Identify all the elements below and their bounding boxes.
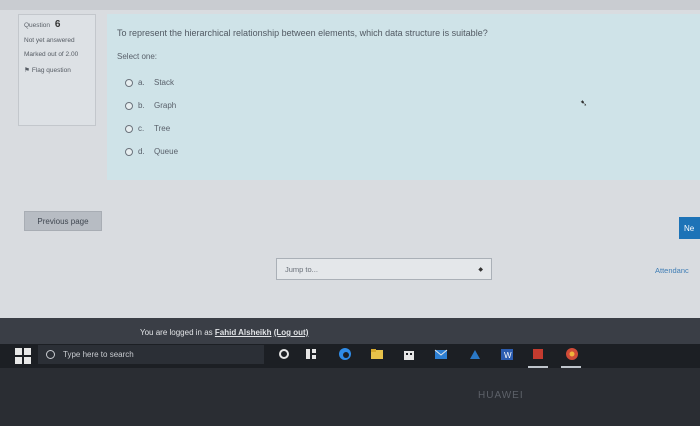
edge-browser-icon[interactable] [338, 347, 352, 361]
answer-letter-d: d. [138, 147, 145, 156]
mouse-cursor-icon: ➷ [580, 98, 588, 108]
task-view-icon[interactable] [304, 347, 318, 361]
file-explorer-icon[interactable] [370, 347, 384, 361]
mail-icon[interactable] [434, 347, 448, 361]
select-one-prompt: Select one: [117, 52, 158, 61]
radio-button-a[interactable] [125, 78, 133, 87]
answer-label-b: Graph [154, 101, 177, 110]
windows-start-icon[interactable] [15, 348, 31, 364]
question-text: To represent the hierarchical relationsh… [117, 28, 488, 38]
active-app-indicator-2 [561, 366, 581, 368]
cortana-icon[interactable] [277, 347, 291, 361]
question-number-row: Question 6 [24, 19, 90, 32]
footer-bar [0, 318, 700, 344]
word-icon[interactable]: W [500, 347, 514, 361]
flag-question-label: Flag question [31, 66, 71, 74]
answer-label-a: Stack [154, 78, 175, 87]
browser-viewport: Question 6 Not yet answered Marked out o… [0, 0, 700, 318]
svg-text:W: W [504, 351, 512, 360]
answer-option-d[interactable]: d. Queue [125, 147, 178, 156]
dropdown-arrow-icon: ◆ [478, 266, 483, 273]
next-page-button[interactable]: Ne [679, 217, 700, 239]
store-icon[interactable] [402, 347, 416, 361]
search-icon [46, 350, 55, 359]
answer-letter-a: a. [138, 78, 145, 87]
radio-button-d[interactable] [125, 147, 133, 156]
logout-link[interactable]: (Log out) [274, 328, 309, 337]
answer-letter-b: b. [138, 101, 145, 110]
answer-option-c[interactable]: c. Tree [125, 124, 170, 133]
taskbar-search-box[interactable]: Type here to search [38, 345, 264, 364]
answer-option-a[interactable]: a. Stack [125, 78, 174, 87]
photos-icon[interactable] [468, 347, 482, 361]
flag-question-link[interactable]: ⚑ Flag question [24, 67, 90, 75]
attendance-link[interactable]: Attendanc [655, 266, 700, 275]
answer-label-d: Queue [154, 147, 179, 156]
question-grade: Marked out of 2.00 [24, 50, 79, 58]
question-content: To represent the hierarchical relationsh… [107, 14, 700, 180]
question-info-panel: Question 6 Not yet answered Marked out o… [18, 14, 96, 126]
active-app-indicator [528, 366, 548, 368]
answer-letter-c: c. [138, 124, 145, 133]
question-label: Question [24, 22, 51, 29]
previous-page-button[interactable]: Previous page [24, 211, 102, 231]
question-state: Not yet answered [24, 36, 75, 44]
media-app-icon[interactable] [531, 347, 545, 361]
login-info: You are logged in as Fahid Alsheikh (Log… [140, 328, 308, 337]
answer-option-b[interactable]: b. Graph [125, 101, 176, 110]
top-bar [0, 0, 700, 10]
radio-button-c[interactable] [125, 124, 133, 133]
radio-button-b[interactable] [125, 101, 133, 110]
chrome-icon[interactable] [565, 347, 579, 361]
taskbar-search-placeholder: Type here to search [63, 350, 134, 359]
login-prefix: You are logged in as [140, 328, 213, 337]
jump-to-label: Jump to... [285, 264, 318, 274]
question-number: 6 [54, 19, 61, 30]
device-brand-label: HUAWEI [478, 390, 524, 401]
answer-label-c: Tree [154, 124, 171, 133]
user-profile-link[interactable]: Fahid Alsheikh [215, 328, 272, 337]
jump-to-select[interactable]: Jump to... ◆ [276, 258, 492, 280]
flag-icon: ⚑ [24, 66, 30, 74]
